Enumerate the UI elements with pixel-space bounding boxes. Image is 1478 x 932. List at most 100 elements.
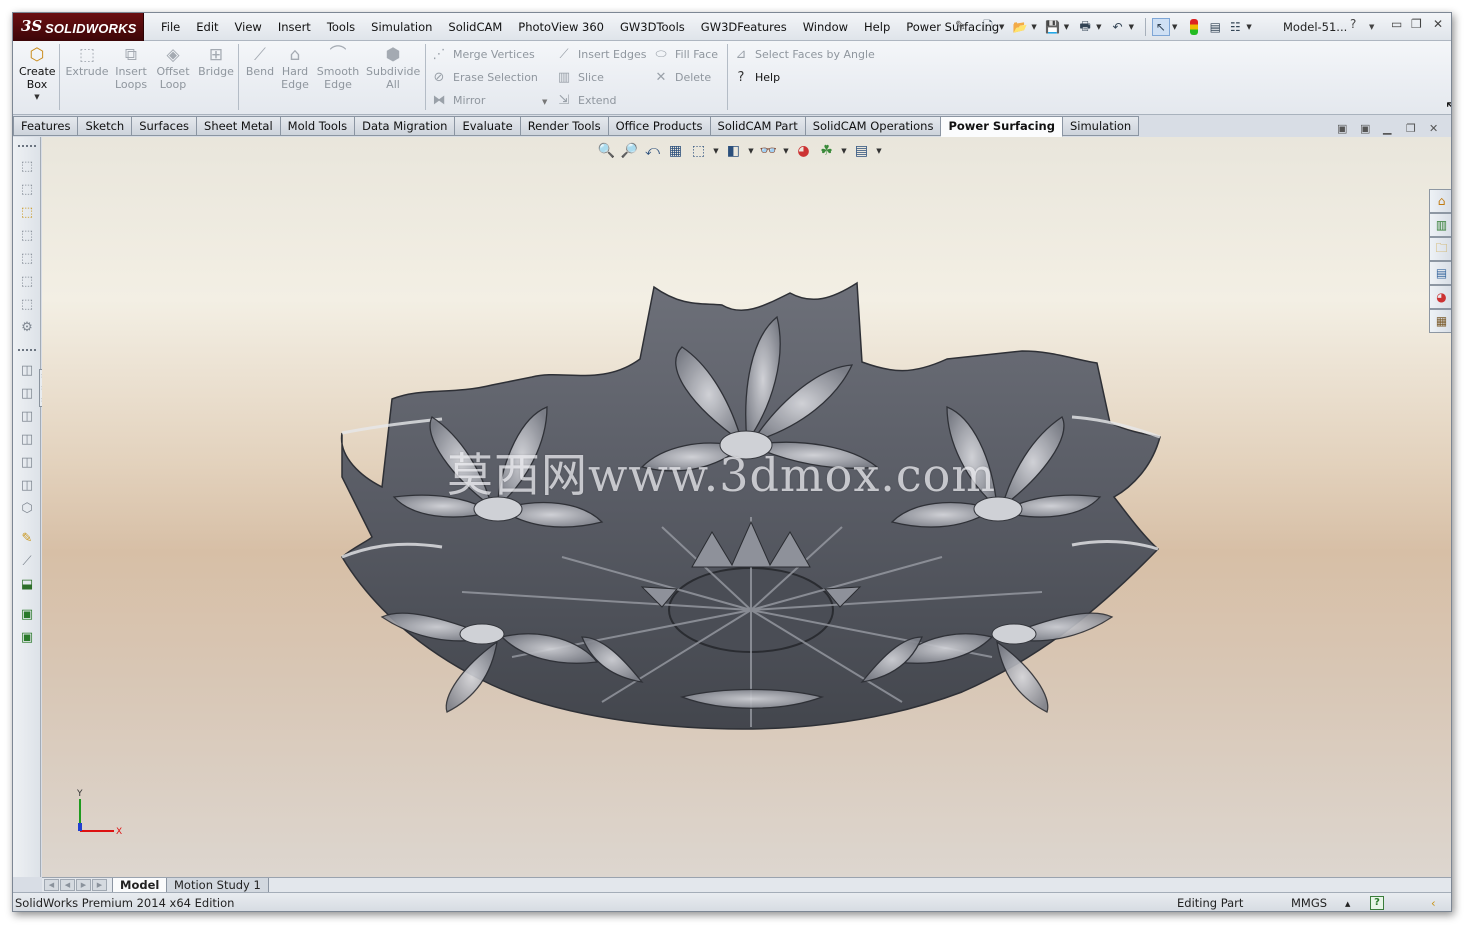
select-faces-by-angle-button[interactable]: ⊿ Select Faces by Angle xyxy=(733,47,875,62)
first-tab-icon[interactable]: ◀ xyxy=(44,879,59,891)
edit-sketch-icon[interactable]: ✎ xyxy=(18,529,36,547)
menu-file[interactable]: File xyxy=(153,13,188,41)
tab-power-surfacing[interactable]: Power Surfacing xyxy=(941,116,1063,137)
tab-motion-study[interactable]: Motion Study 1 xyxy=(166,878,269,893)
units-arrow-icon[interactable]: ▲ xyxy=(1345,900,1350,908)
new-dropdown-icon[interactable]: ▼ xyxy=(999,23,1004,31)
menu-photoview[interactable]: PhotoView 360 xyxy=(510,13,612,41)
help-dropdown-icon[interactable]: ▼ xyxy=(1369,23,1374,31)
tab-simulation[interactable]: Simulation xyxy=(1062,116,1140,136)
menu-view[interactable]: View xyxy=(227,13,270,41)
close-icon[interactable]: ✕ xyxy=(1433,17,1443,31)
status-collapse-icon[interactable]: ‹ xyxy=(1431,896,1436,910)
create-box-button[interactable]: ⬡ Create Box ▼ xyxy=(19,45,56,104)
save-dropdown-icon[interactable]: ▼ xyxy=(1064,23,1069,31)
tab-data-migration[interactable]: Data Migration xyxy=(355,116,456,136)
rebuild-traffic-light-icon[interactable] xyxy=(1190,19,1199,35)
mirror-dropdown-icon[interactable]: ▼ xyxy=(542,98,547,106)
sketch-tool-icon-3[interactable]: ⬚ xyxy=(18,203,36,221)
view-back-icon[interactable]: ◫ xyxy=(18,384,36,402)
sketch-tool-icon-2[interactable]: ⬚ xyxy=(18,180,36,198)
bridge-button[interactable]: ⊞ Bridge xyxy=(195,45,237,78)
file-explorer-icon[interactable]: 🗀 xyxy=(1429,237,1451,261)
menu-simulation[interactable]: Simulation xyxy=(363,13,440,41)
tab-evaluate[interactable]: Evaluate xyxy=(455,116,521,136)
line-tool-icon[interactable]: ⟋ xyxy=(18,552,36,570)
view-left-icon[interactable]: ◫ xyxy=(18,407,36,425)
tab-mold-tools[interactable]: Mold Tools xyxy=(280,116,356,136)
insert-loops-button[interactable]: ⧉ Insert Loops xyxy=(111,45,151,91)
sketch-tool-icon-7[interactable]: ⬚ xyxy=(18,295,36,313)
graphics-viewport[interactable]: 🔍 🔎 ⤺ ▦ ⬚ ▼ ◧ ▼ 👓 ▼ ◕ ☘ ▼ ▤ ▼ 莫西网www.3dm… xyxy=(42,137,1452,877)
menu-help[interactable]: Help xyxy=(856,13,898,41)
insert-edges-button[interactable]: ⟋ Insert Edges xyxy=(556,47,646,62)
slice-button[interactable]: ▥ Slice xyxy=(556,70,604,85)
view-top-icon[interactable]: ◫ xyxy=(18,453,36,471)
offset-loop-button[interactable]: ◈ Offset Loop xyxy=(153,45,193,91)
erase-selection-button[interactable]: ⊘ Erase Selection xyxy=(431,70,538,85)
save-icon[interactable]: 💾 xyxy=(1044,18,1062,36)
hard-edge-button[interactable]: ⌂ Hard Edge xyxy=(279,45,311,91)
units-selector[interactable]: MMGS xyxy=(1291,896,1327,910)
options-dropdown-icon[interactable]: ▼ xyxy=(1246,23,1251,31)
mirror-button[interactable]: ⧓ Mirror xyxy=(431,93,486,108)
extend-button[interactable]: ⇲ Extend xyxy=(556,93,617,108)
open-folder-icon[interactable]: 📂 xyxy=(1011,18,1029,36)
view-front-icon[interactable]: ◫ xyxy=(18,361,36,379)
quick-tips-icon[interactable]: ? xyxy=(1370,896,1384,910)
bowl-model[interactable] xyxy=(42,137,1452,877)
doc-minimize-icon[interactable]: ▁ xyxy=(1383,122,1391,135)
sketch-tool-icon-6[interactable]: ⬚ xyxy=(18,272,36,290)
menu-solidcam[interactable]: SolidCAM xyxy=(440,13,510,41)
appearances-scenes-icon[interactable]: ◕ xyxy=(1429,285,1451,309)
tab-model[interactable]: Model xyxy=(112,878,168,893)
sketch-tool-icon-8[interactable]: ⚙ xyxy=(18,318,36,336)
minimize-icon[interactable]: ▭ xyxy=(1391,17,1402,31)
extrude-button[interactable]: ⬚ Extrude xyxy=(65,45,109,78)
print-dropdown-icon[interactable]: ▼ xyxy=(1096,23,1101,31)
bend-button[interactable]: ⟋ Bend xyxy=(243,45,277,78)
move-entities-icon[interactable]: ⬓ xyxy=(18,575,36,593)
select-pointer-icon[interactable]: ↖ xyxy=(1151,18,1170,36)
open-dropdown-icon[interactable]: ▼ xyxy=(1031,23,1036,31)
prev-tab-icon[interactable]: ◀ xyxy=(60,879,75,891)
tab-sheet-metal[interactable]: Sheet Metal xyxy=(197,116,281,136)
tab-features[interactable]: Features xyxy=(13,116,79,136)
toolbar-grip[interactable] xyxy=(18,145,36,147)
sketch-tool-icon-1[interactable]: ⬚ xyxy=(18,157,36,175)
tile-horizontal-icon[interactable]: ▣ xyxy=(1337,122,1347,135)
undo-dropdown-icon[interactable]: ▼ xyxy=(1129,23,1134,31)
menu-gw3dfeatures[interactable]: GW3DFeatures xyxy=(693,13,795,41)
next-tab-icon[interactable]: ▶ xyxy=(76,879,91,891)
delete-button[interactable]: ✕ Delete xyxy=(653,70,712,85)
tile-vertical-icon[interactable]: ▣ xyxy=(1360,122,1370,135)
merge-vertices-button[interactable]: ⋰ Merge Vertices xyxy=(431,47,535,62)
menu-tools[interactable]: Tools xyxy=(319,13,363,41)
smooth-edge-button[interactable]: ⌒ Smooth Edge xyxy=(315,45,361,91)
fill-face-button[interactable]: ⬭ Fill Face xyxy=(653,47,718,62)
sketch-tool-icon-5[interactable]: ⬚ xyxy=(18,249,36,267)
solidworks-logo[interactable]: 3S SOLIDWORKS xyxy=(13,13,144,41)
help-question-icon[interactable]: ? xyxy=(1350,17,1356,31)
menu-window[interactable]: Window xyxy=(795,13,856,41)
custom-properties-icon[interactable]: ▦ xyxy=(1429,309,1451,333)
menu-gw3dtools[interactable]: GW3DTools xyxy=(612,13,693,41)
tab-sketch[interactable]: Sketch xyxy=(78,116,133,136)
create-box-dropdown-icon[interactable]: ▼ xyxy=(34,91,39,104)
sketch-tool-icon-4[interactable]: ⬚ xyxy=(18,226,36,244)
restore-icon[interactable]: ❐ xyxy=(1411,17,1422,31)
view-bottom-icon[interactable]: ◫ xyxy=(18,476,36,494)
view-right-icon[interactable]: ◫ xyxy=(18,430,36,448)
help-button[interactable]: ? Help xyxy=(733,70,781,85)
layer-tool-icon-2[interactable]: ▣ xyxy=(18,628,36,646)
doc-restore-icon[interactable]: ❐ xyxy=(1406,122,1416,135)
view-palette-icon[interactable]: ▤ xyxy=(1429,261,1451,285)
tab-solidcam-operations[interactable]: SolidCAM Operations xyxy=(805,116,942,136)
doc-close-icon[interactable]: ✕ xyxy=(1429,122,1438,135)
view-isometric-icon[interactable]: ⬡ xyxy=(18,499,36,517)
file-properties-icon[interactable]: ▤ xyxy=(1206,18,1224,36)
subdivide-all-button[interactable]: ⬢ Subdivide All xyxy=(365,45,421,91)
tab-office-products[interactable]: Office Products xyxy=(608,116,711,136)
print-icon[interactable]: 🖶 xyxy=(1076,18,1094,36)
menu-insert[interactable]: Insert xyxy=(270,13,319,41)
